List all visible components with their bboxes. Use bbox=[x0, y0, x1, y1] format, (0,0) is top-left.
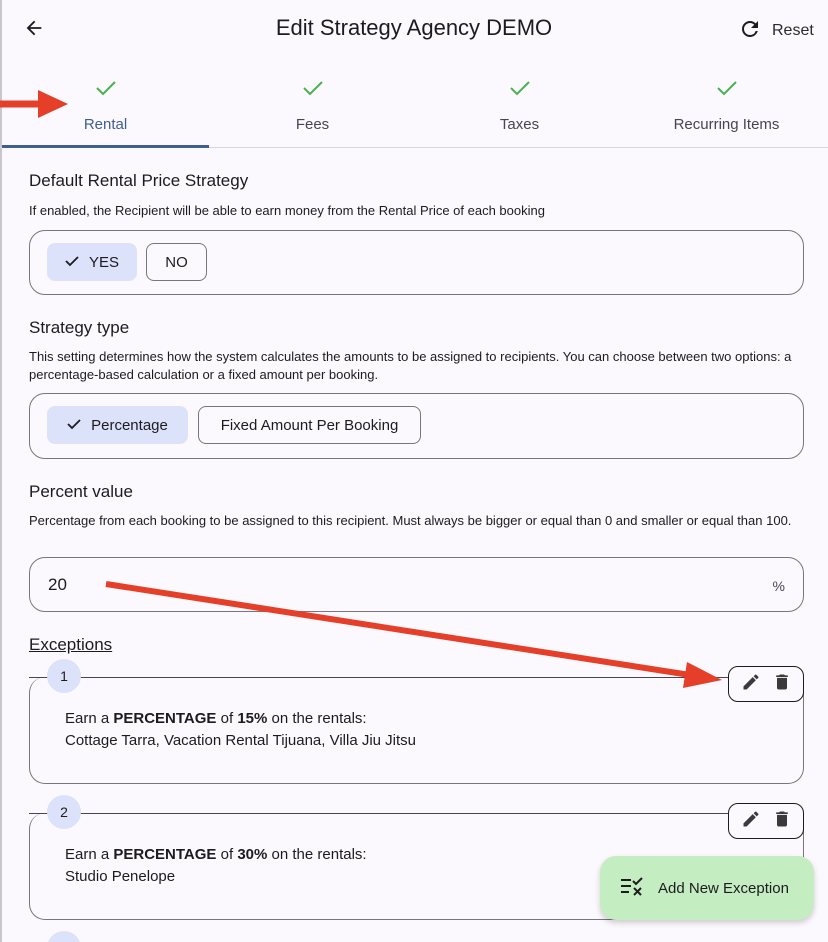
checklist-add-icon bbox=[620, 876, 644, 901]
exception-summary: Earn a PERCENTAGE of 30% on the rentals: bbox=[65, 846, 367, 863]
check-icon bbox=[65, 254, 79, 271]
tab-label: Rental bbox=[83, 116, 128, 133]
check-icon bbox=[209, 78, 416, 98]
check-icon bbox=[2, 78, 209, 98]
no-option[interactable]: NO bbox=[146, 243, 207, 281]
exception-number-badge-partial bbox=[47, 931, 81, 942]
edit-exception-button[interactable] bbox=[738, 671, 764, 697]
trash-icon bbox=[772, 809, 792, 834]
yes-option[interactable]: YES bbox=[47, 243, 137, 281]
trash-icon bbox=[772, 672, 792, 697]
tab-label: Recurring Items bbox=[673, 116, 780, 133]
reset-label: Reset bbox=[772, 22, 814, 39]
exception-rentals: Cottage Tarra, Vacation Rental Tijuana, … bbox=[65, 732, 417, 749]
tab-rental[interactable]: Rental bbox=[2, 70, 209, 148]
exception-number-badge: 1 bbox=[47, 659, 81, 693]
delete-exception-button[interactable] bbox=[769, 671, 795, 697]
strategy-type-description: This setting determines how the system c… bbox=[29, 349, 792, 382]
rental-price-selector: YES NO bbox=[29, 230, 804, 295]
check-icon bbox=[623, 78, 828, 98]
tab-fees[interactable]: Fees bbox=[209, 70, 416, 148]
exception-actions bbox=[728, 666, 804, 702]
percentage-option[interactable]: Percentage bbox=[47, 406, 188, 444]
rental-price-description: If enabled, the Recipient will be able t… bbox=[29, 203, 545, 218]
percent-value-title: Percent value bbox=[29, 482, 133, 501]
exception-type: PERCENTAGE bbox=[113, 846, 217, 863]
fixed-amount-option[interactable]: Fixed Amount Per Booking bbox=[198, 406, 421, 444]
delete-exception-button[interactable] bbox=[769, 808, 795, 834]
strategy-tabs: Rental Fees Taxes Recurring Items bbox=[0, 70, 828, 148]
exception-card-top-line bbox=[29, 677, 804, 678]
exception-rentals: Studio Penelope bbox=[65, 868, 176, 885]
strategy-type-selector: Percentage Fixed Amount Per Booking bbox=[29, 393, 804, 459]
strategy-type-title: Strategy type bbox=[29, 318, 130, 337]
refresh-icon bbox=[738, 17, 762, 46]
check-icon bbox=[416, 78, 623, 98]
rental-price-title: Default Rental Price Strategy bbox=[29, 171, 249, 190]
percent-value-description: Percentage from each booking to be assig… bbox=[29, 513, 792, 528]
app-bar: Edit Strategy Agency DEMO Reset bbox=[0, 0, 828, 62]
edit-exception-button[interactable] bbox=[738, 808, 764, 834]
exception-amount: 15% bbox=[237, 710, 268, 727]
yes-option-label: YES bbox=[88, 253, 119, 271]
tab-label: Taxes bbox=[499, 116, 540, 133]
tab-recurring-items[interactable]: Recurring Items bbox=[623, 70, 828, 148]
exception-actions bbox=[728, 803, 804, 839]
tab-label: Fees bbox=[295, 116, 330, 133]
fab-label: Add New Exception bbox=[658, 879, 789, 897]
exception-summary: Earn a PERCENTAGE of 15% on the rentals: bbox=[65, 710, 367, 727]
fixed-amount-option-label: Fixed Amount Per Booking bbox=[220, 416, 399, 434]
percent-value-text: 20 bbox=[48, 575, 67, 594]
exception-amount: 30% bbox=[237, 846, 268, 863]
exception-text: Earn a PERCENTAGE of 30% on the rentals:… bbox=[65, 844, 367, 888]
exception-card-top-line bbox=[29, 813, 804, 814]
percent-suffix: % bbox=[772, 578, 785, 594]
reset-button[interactable]: Reset bbox=[738, 18, 814, 44]
pencil-icon bbox=[741, 809, 761, 834]
active-tab-indicator bbox=[2, 145, 209, 148]
pencil-icon bbox=[741, 672, 761, 697]
exception-number-badge: 2 bbox=[47, 795, 81, 829]
check-icon bbox=[67, 417, 81, 434]
exceptions-label: Exceptions bbox=[29, 635, 113, 654]
percentage-option-label: Percentage bbox=[91, 416, 168, 434]
percent-value-input[interactable]: 20 % bbox=[29, 557, 804, 612]
exception-type: PERCENTAGE bbox=[113, 710, 217, 727]
add-new-exception-button[interactable]: Add New Exception bbox=[600, 856, 814, 920]
no-option-label: NO bbox=[165, 253, 188, 271]
tab-taxes[interactable]: Taxes bbox=[416, 70, 623, 148]
page-title: Edit Strategy Agency DEMO bbox=[275, 15, 553, 40]
exception-text: Earn a PERCENTAGE of 15% on the rentals:… bbox=[65, 708, 416, 752]
